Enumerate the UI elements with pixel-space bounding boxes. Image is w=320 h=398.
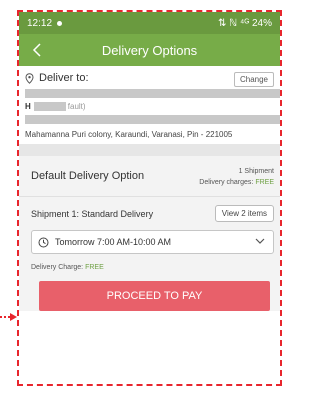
shipment-row: Shipment 1: Standard Delivery View 2 ite… xyxy=(19,197,280,228)
deliver-to-label: Deliver to: xyxy=(39,72,89,84)
status-bar: 12:12 ⇅ ℕ ⁴ᴳ 24% xyxy=(19,12,280,34)
default-delivery-option-title: Default Delivery Option xyxy=(31,170,145,182)
redacted-block xyxy=(25,115,280,124)
delivery-charge-label: Delivery Charge: xyxy=(31,264,86,271)
clock-icon xyxy=(38,237,49,247)
redacted-name xyxy=(33,102,66,111)
recipient-name: H xyxy=(25,102,31,111)
annotation-arrow xyxy=(0,313,17,321)
delivery-slot-select[interactable]: Tomorrow 7:00 AM-10:00 AM xyxy=(31,230,274,254)
status-indicators: ⇅ ℕ ⁴ᴳ 24% xyxy=(218,17,272,29)
change-address-button[interactable]: Change xyxy=(233,72,274,87)
shipment-label: Shipment 1: Standard Delivery xyxy=(31,208,154,219)
redacted-block xyxy=(25,89,280,98)
delivery-option-card: Default Delivery Option 1 Shipment Deliv… xyxy=(19,156,280,311)
deliver-to-section: Deliver to: Change H fault) Mahamanna Pu… xyxy=(19,66,280,144)
delivery-charge-row: Delivery Charge: FREE xyxy=(19,254,280,271)
view-items-button[interactable]: View 2 items xyxy=(214,205,274,222)
proceed-to-pay-button[interactable]: PROCEED TO PAY xyxy=(39,281,270,311)
delivery-charges-value: FREE xyxy=(255,179,274,186)
section-divider xyxy=(19,144,280,156)
delivery-slot-value: Tomorrow 7:00 AM-10:00 AM xyxy=(55,237,172,247)
shipment-count: 1 Shipment xyxy=(238,168,274,175)
chevron-down-icon xyxy=(255,238,265,244)
default-tag: fault) xyxy=(67,102,86,111)
page-title: Delivery Options xyxy=(101,42,198,58)
delivery-charges-label: Delivery charges: xyxy=(199,179,256,186)
chevron-left-icon[interactable] xyxy=(27,40,47,60)
delivery-address: Mahamanna Puri colony, Karaundi, Varanas… xyxy=(25,130,233,139)
status-time: 12:12 xyxy=(27,17,53,29)
notification-dot-icon xyxy=(57,20,63,26)
delivery-charge-value: FREE xyxy=(85,264,104,271)
annotation-frame: 12:12 ⇅ ℕ ⁴ᴳ 24% Delivery Options Delive… xyxy=(17,10,282,386)
app-bar: Delivery Options xyxy=(19,34,280,66)
location-pin-icon xyxy=(25,72,34,84)
